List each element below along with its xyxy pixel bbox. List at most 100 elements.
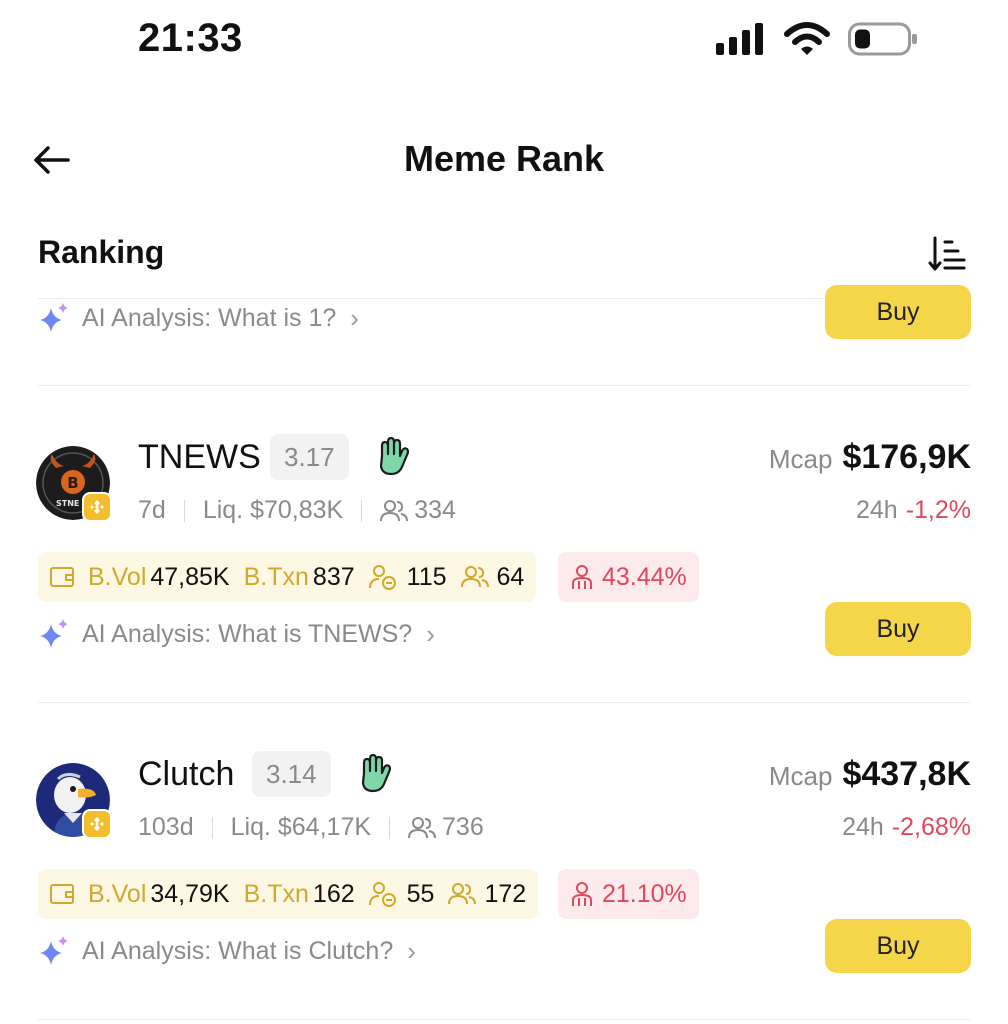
mcap-label: Mcap: [768, 444, 833, 474]
risk-value: 21.10%: [602, 879, 687, 908]
score-badge: 3.17: [270, 434, 349, 480]
token-liquidity: Liq. $70,83K: [202, 496, 344, 524]
ai-analysis-link[interactable]: AI Analysis: What is Clutch? ›: [38, 935, 416, 967]
status-icons: [716, 22, 918, 56]
token-card[interactable]: Clutch 3.14 103d Liq. $64,17K 736 Mcap $…: [0, 751, 1008, 1024]
users-icon: [408, 816, 437, 838]
score-badge: 3.14: [252, 751, 331, 797]
change-label: 24h: [855, 496, 898, 524]
svg-text:STNE: STNE: [56, 499, 79, 508]
btxn-label: B.Txn: [243, 879, 309, 908]
stat-a-value: 115: [406, 562, 447, 591]
mcap-value: $176,9K: [842, 438, 971, 476]
risk-pill: 21.10%: [558, 869, 699, 919]
status-bar: 21:33: [0, 0, 1008, 80]
user-swap-icon: [368, 882, 396, 907]
divider: [38, 702, 970, 703]
ai-analysis-link[interactable]: AI Analysis: What is TNEWS? ›: [38, 618, 435, 650]
waving-hand-icon: [361, 753, 392, 793]
user-swap-icon: [368, 565, 396, 590]
token-avatar: [36, 763, 112, 839]
person-icon: [572, 882, 592, 906]
change-label: 24h: [842, 813, 884, 841]
wallet-icon: [50, 884, 74, 904]
page-title: Meme Rank: [403, 138, 605, 179]
holders: 334: [380, 496, 456, 525]
mcap-value: $437,8K: [842, 755, 971, 793]
bvol-value: 47,85K: [150, 562, 230, 591]
sparkle-icon: [40, 619, 68, 648]
separator: [361, 499, 363, 522]
divider: [38, 385, 970, 386]
separator: [183, 499, 185, 522]
token-age: 7d: [138, 496, 166, 524]
stat-a-value: 55: [406, 879, 435, 908]
chain-badge: [82, 492, 112, 522]
bvol-label: B.Vol: [88, 562, 147, 591]
chevron-right-icon: ›: [426, 618, 435, 649]
divider: [38, 1019, 970, 1020]
holders-count: 736: [442, 813, 484, 841]
buy-button[interactable]: Buy: [825, 602, 971, 656]
bnb-chain-icon: [90, 500, 104, 514]
chain-badge: [82, 809, 112, 839]
bvol-label: B.Vol: [88, 879, 147, 908]
holders-count: 334: [414, 496, 456, 524]
token-meta: 7d Liq. $70,83K 334: [138, 496, 456, 525]
stats-pill: B.Vol 47,85K B.Txn 837 115 64: [38, 552, 537, 602]
nav-bar: Meme Rank: [0, 120, 1008, 200]
sparkle-icon: [40, 303, 68, 332]
status-time: 21:33: [138, 16, 243, 60]
users-icon: [460, 566, 489, 588]
sort-icon: [928, 236, 966, 271]
token-meta: 103d Liq. $64,17K 736: [138, 813, 484, 842]
change-value: -2,68%: [891, 813, 971, 841]
sparkle-icon: [40, 936, 68, 965]
risk-value: 43.44%: [602, 562, 687, 591]
wallet-icon: [50, 567, 74, 587]
btxn-label: B.Txn: [243, 562, 309, 591]
person-icon: [572, 565, 592, 589]
change-value: -1,2%: [905, 496, 971, 524]
btxn-value: 162: [312, 879, 355, 908]
battery-icon: [848, 22, 917, 56]
ai-analysis-label: AI Analysis: What is 1?: [82, 303, 337, 332]
btxn-value: 837: [312, 562, 355, 591]
users-icon: [380, 499, 409, 521]
svg-text:B: B: [67, 474, 78, 492]
bvol-value: 34,79K: [150, 879, 230, 908]
bnb-chain-icon: [90, 817, 104, 831]
ai-analysis-label: AI Analysis: What is Clutch?: [82, 936, 394, 965]
signal-icon: [716, 23, 763, 55]
sort-button[interactable]: [928, 234, 968, 274]
token-name: Clutch: [138, 755, 235, 793]
risk-pill: 43.44%: [558, 552, 699, 602]
separator: [211, 816, 213, 839]
ai-analysis-label: AI Analysis: What is TNEWS?: [82, 619, 413, 648]
chevron-right-icon: ›: [407, 935, 416, 966]
waving-hand-icon: [379, 436, 410, 476]
chevron-right-icon: ›: [350, 302, 359, 333]
token-card[interactable]: B STNE TNEWS 3.17 7d Liq. $70,83K 334 Mc…: [0, 434, 1008, 738]
buy-button[interactable]: Buy: [825, 285, 971, 339]
section-header: Ranking: [0, 222, 1008, 286]
wifi-icon: [784, 22, 830, 55]
price-change: 24h -2,68%: [842, 813, 971, 842]
buy-button[interactable]: Buy: [825, 919, 971, 973]
stats-pill: B.Vol 34,79K B.Txn 162 55 172: [38, 869, 539, 919]
market-cap: Mcap $437,8K: [769, 755, 971, 794]
token-name: TNEWS: [138, 438, 261, 476]
ai-analysis-link[interactable]: AI Analysis: What is 1? ›: [38, 302, 359, 334]
market-cap: Mcap $176,9K: [769, 438, 971, 477]
token-avatar: B STNE: [36, 446, 112, 522]
price-change: 24h -1,2%: [856, 496, 971, 525]
separator: [389, 816, 391, 839]
mcap-label: Mcap: [768, 761, 833, 791]
users-icon: [448, 883, 477, 905]
section-title: Ranking: [38, 234, 165, 270]
token-age: 103d: [138, 813, 194, 841]
stat-b-value: 64: [496, 562, 525, 591]
stat-b-value: 172: [484, 879, 527, 908]
holders: 736: [408, 813, 484, 842]
token-liquidity: Liq. $64,17K: [230, 813, 372, 841]
